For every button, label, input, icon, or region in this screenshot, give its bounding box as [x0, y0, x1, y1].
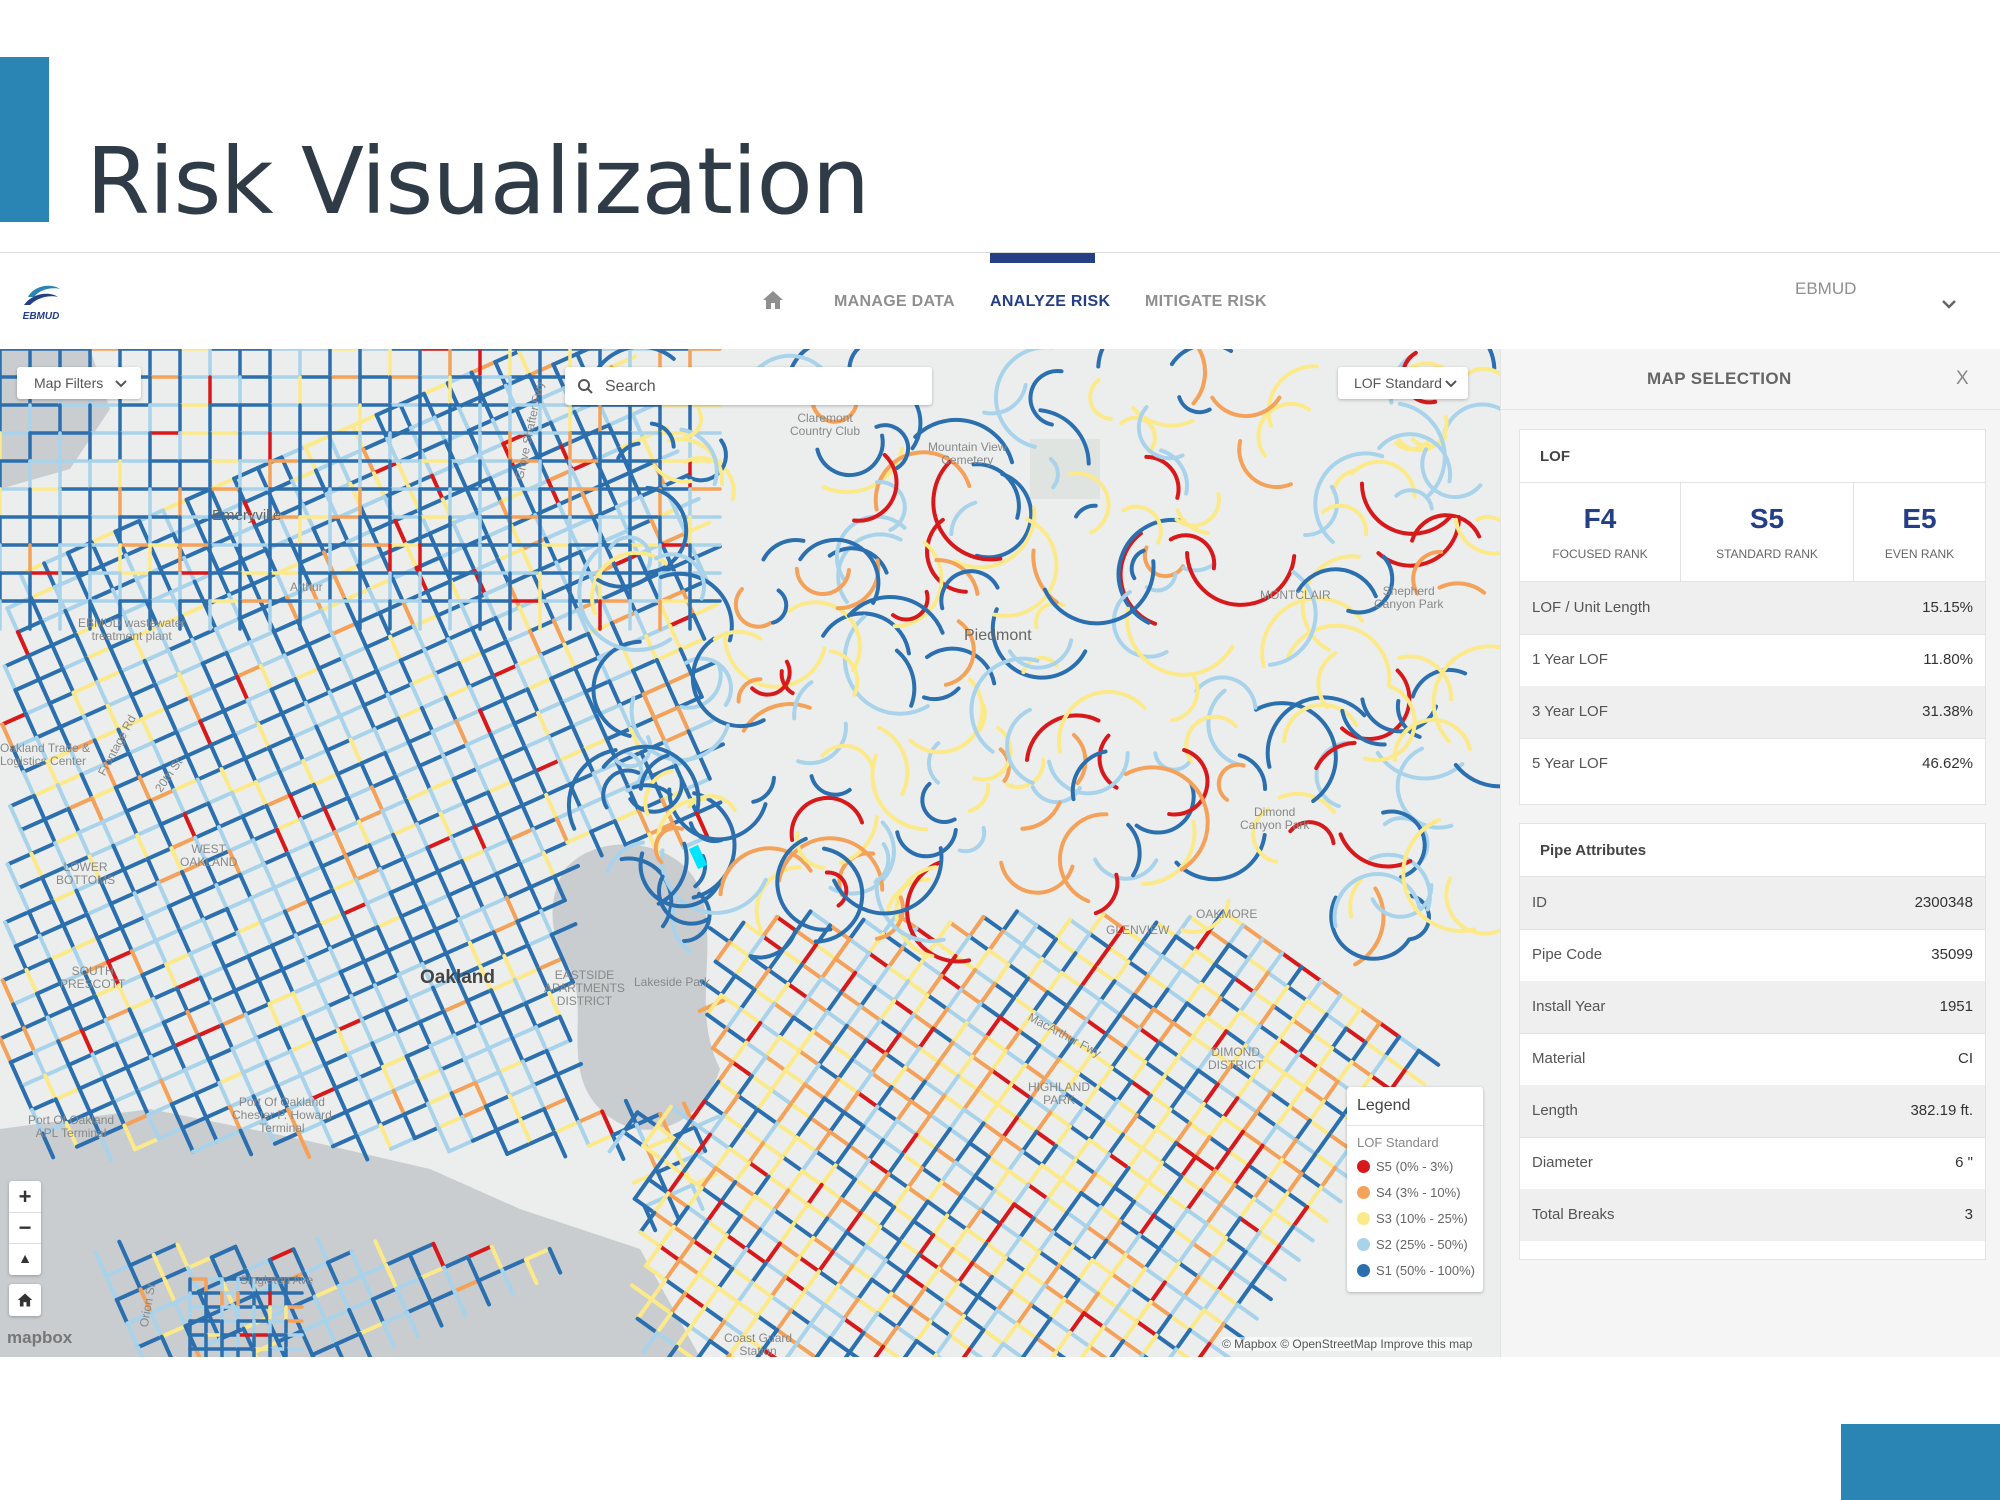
attribute-row: Install Year 1951 [1520, 981, 1985, 1034]
nav-analyze-risk[interactable]: ANALYZE RISK [990, 293, 1110, 311]
label-port-howard: Port Of Oakland Chester P. Howard Terminal [232, 1095, 332, 1135]
map-attribution[interactable]: © Mapbox © OpenStreetMap Improve this ma… [1222, 1337, 1473, 1351]
rank-label: FOCUSED RANK [1552, 547, 1648, 561]
home-icon [17, 1293, 33, 1307]
label-eastside: EASTSIDE APARTMENTS DISTRICT [544, 968, 625, 1008]
even-rank: E5 EVEN RANK [1854, 483, 1985, 581]
slide-title: Risk Visualization [86, 128, 870, 235]
lof-row: 1 Year LOF 11.80% [1520, 634, 1985, 687]
lof-standard-select[interactable]: LOF Standard [1338, 367, 1468, 399]
legend-subtitle: LOF Standard [1357, 1135, 1439, 1150]
lof-card-header: LOF [1520, 430, 1985, 483]
slide-accent-block [1841, 1424, 2000, 1500]
label-dimond-park: Dimond Canyon Park [1240, 805, 1310, 832]
rank-value: F4 [1583, 503, 1617, 534]
attribute-row: Total Breaks 3 [1520, 1189, 1985, 1241]
nav-manage-data[interactable]: MANAGE DATA [834, 293, 955, 311]
label-piedmont: Piedmont [964, 627, 1032, 644]
legend-title: Legend [1357, 1097, 1411, 1114]
legend-swatch [1357, 1238, 1370, 1251]
zoom-in-button[interactable]: + [9, 1181, 41, 1213]
legend-swatch [1357, 1186, 1370, 1199]
lof-card-title: LOF [1540, 448, 1570, 465]
label-west-oakland: WEST OAKLAND [180, 842, 238, 869]
rank-label: EVEN RANK [1884, 547, 1955, 561]
nav-mitigate-risk[interactable]: MITIGATE RISK [1145, 293, 1267, 311]
standard-rank: S5 STANDARD RANK [1681, 483, 1854, 581]
legend-item-s2: S2 (25% - 50%) [1357, 1237, 1468, 1252]
close-button[interactable]: X [1956, 368, 1969, 390]
label-glenview: GLENVIEW [1106, 923, 1170, 937]
legend-item-s5: S5 (0% - 3%) [1357, 1159, 1453, 1174]
zoom-controls: + − ▲ [9, 1181, 41, 1275]
map-filters-dropdown[interactable]: Map Filters [17, 367, 141, 399]
legend-swatch [1357, 1160, 1370, 1173]
rank-label: STANDARD RANK [1716, 547, 1818, 561]
pipe-attributes-card: Pipe Attributes ID 2300348 Pipe Code 35099… [1519, 823, 1986, 1260]
legend-swatch [1357, 1264, 1370, 1277]
user-menu-label[interactable]: EBMUD [1795, 279, 1856, 299]
label-lakeside-park: Lakeside Park [634, 975, 711, 989]
label-oakland: Oakland [420, 967, 495, 988]
rank-value: E5 [1902, 503, 1937, 534]
slide-accent-bar [0, 57, 49, 222]
label-lower-bottoms: LOWER BOTTOMS [56, 860, 116, 887]
panel-title: MAP SELECTION [1647, 369, 1792, 388]
active-tab-indicator [990, 253, 1095, 263]
compass-button[interactable]: ▲ [9, 1243, 41, 1274]
attribute-row: ID 2300348 [1520, 877, 1985, 930]
logo-text: EBMUD [23, 311, 60, 322]
map-filters-label: Map Filters [34, 375, 104, 391]
home-icon[interactable] [762, 289, 784, 311]
legend-item-s1: S1 (50% - 100%) [1357, 1263, 1475, 1278]
label-mountain-view: Mountain View Cemetery [928, 440, 1007, 467]
label-claremont: Claremont Country Club [790, 411, 861, 438]
panel-header: MAP SELECTION X [1501, 349, 2000, 410]
label-oakmore: OAKMORE [1196, 907, 1258, 921]
label-emeryville: Emeryville [212, 507, 282, 524]
label-singleton: Singleton Ave [240, 1273, 314, 1287]
label-south-prescott: SOUTH PRESCOTT [60, 964, 126, 991]
lof-row: 5 Year LOF 46.62% [1532, 755, 1973, 772]
zoom-out-button[interactable]: − [9, 1212, 41, 1244]
label-arthur: Arthur [290, 580, 323, 594]
label-port-apl: Port Of Oakland APL Terminal [28, 1113, 115, 1140]
attribute-row: Pipe Code 35099 [1520, 929, 1985, 982]
legend-item-s4: S4 (3% - 10%) [1357, 1185, 1461, 1200]
label-trade-center: Oakland Trade & Logistics Center [0, 741, 91, 768]
map-search[interactable] [565, 367, 932, 407]
pipe-attributes-header: Pipe Attributes [1520, 824, 1985, 877]
risk-map[interactable]: Claremont Country Club Mountain View Cemet… [0, 349, 1500, 1357]
map-legend: Legend LOF Standard S5 (0% - 3%) S4 (3% … [1347, 1087, 1483, 1292]
chevron-down-icon[interactable] [1940, 295, 1958, 313]
rank-value: S5 [1749, 503, 1785, 534]
lof-row: 3 Year LOF 31.38% [1520, 686, 1985, 739]
legend-item-s3: S3 (10% - 25%) [1357, 1211, 1468, 1226]
lof-row: LOF / Unit Length 15.15% [1520, 581, 1985, 635]
reset-view-button[interactable] [9, 1284, 41, 1316]
ebmud-logo[interactable]: EBMUD [14, 279, 68, 323]
label-highland-park: HIGHLAND PARK [1028, 1080, 1091, 1107]
lof-card: LOF F4 FOCUSED RANK S5 STANDARD RANK E5 … [1519, 429, 1986, 805]
chevron-down-icon [1445, 380, 1457, 388]
mapbox-logo[interactable]: mapbox [7, 1328, 72, 1348]
label-montclair: MONTCLAIR [1260, 588, 1331, 602]
search-input[interactable] [603, 367, 927, 407]
app-top-nav: EBMUD MANAGE DATA ANALYZE RISK MITIGATE … [0, 253, 2000, 350]
label-dimond-district: DIMOND DISTRICT [1208, 1045, 1264, 1072]
chevron-down-icon [115, 380, 127, 388]
label-coast-guard: Coast Guard Station [724, 1331, 793, 1358]
focused-rank: F4 FOCUSED RANK [1520, 483, 1681, 581]
pipe-attributes-title: Pipe Attributes [1540, 842, 1647, 859]
attribute-row: Length 382.19 ft. [1520, 1085, 1985, 1138]
attribute-row: Material CI [1520, 1033, 1985, 1086]
map-selection-panel: MAP SELECTION X LOF F4 FOCUSED RANK S5 S… [1500, 349, 2000, 1357]
attribute-row: Diameter 6 " [1520, 1137, 1985, 1190]
lof-select-value: LOF Standard [1354, 375, 1442, 391]
cemetery-area [1030, 439, 1100, 499]
search-icon [578, 379, 593, 394]
label-ebmud-plant: EBMUD wastewater treatment plant [78, 616, 186, 643]
legend-swatch [1357, 1212, 1370, 1225]
label-shepherd-park: Shepherd Canyon Park [1374, 584, 1444, 611]
